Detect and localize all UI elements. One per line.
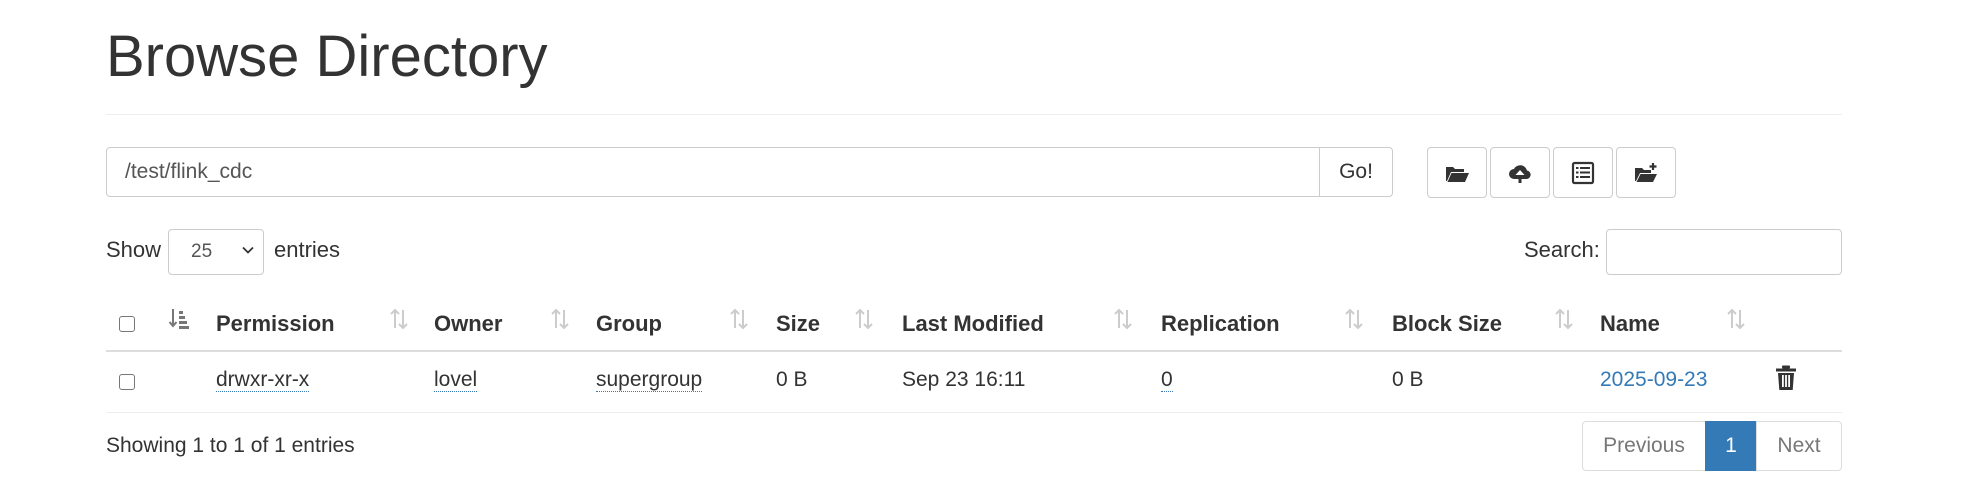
block-size-cell: 0 B [1392,368,1424,391]
sort-icon[interactable] [388,306,410,332]
sort-icon[interactable] [549,306,571,332]
owner-link[interactable]: lovel [434,368,478,392]
group-link[interactable]: supergroup [596,368,703,392]
title-divider [106,114,1842,115]
previous-page-button[interactable]: Previous [1582,421,1706,471]
table-row[interactable]: drwxr-xr-x lovel supergroup 0 B Sep 23 1… [106,352,1842,413]
current-page-button[interactable]: 1 [1705,421,1757,471]
page-title: Browse Directory [106,24,548,89]
sort-icon[interactable] [1343,306,1365,332]
name-link[interactable]: 2025-09-23 [1600,366,1707,394]
column-name[interactable]: Name [1600,310,1660,338]
sort-icon[interactable] [1553,306,1575,332]
column-permission[interactable]: Permission [216,310,335,338]
table-info: Showing 1 to 1 of 1 entries [106,434,355,457]
trash-icon[interactable] [1774,364,1798,392]
cut-paste-button[interactable] [1553,147,1613,198]
column-last-modified[interactable]: Last Modified [902,310,1044,338]
upload-button[interactable] [1490,147,1550,198]
sort-icon[interactable] [853,306,875,332]
last-modified-cell: Sep 23 16:11 [902,368,1026,391]
group-cell[interactable]: supergroup [596,366,703,394]
create-directory-icon [1635,162,1657,182]
size-cell: 0 B [776,368,808,391]
create-directory-button[interactable] [1616,147,1676,198]
list-alt-icon [1571,161,1595,184]
folder-open-icon [1446,166,1469,182]
row-checkbox[interactable] [119,374,135,390]
page-size-value: 25 [191,241,213,262]
permission-link[interactable]: drwxr-xr-x [216,368,310,392]
sort-icon[interactable] [1112,306,1134,332]
owner-cell[interactable]: lovel [434,366,478,394]
replication-cell[interactable]: 0 [1161,366,1173,394]
open-directory-button[interactable] [1427,147,1487,198]
select-all-checkbox[interactable] [119,316,135,332]
column-owner[interactable]: Owner [434,310,502,338]
column-group[interactable]: Group [596,310,662,338]
column-size[interactable]: Size [776,310,820,338]
column-block-size[interactable]: Block Size [1392,310,1502,338]
permission-cell[interactable]: drwxr-xr-x [216,366,310,394]
sort-icon[interactable] [1725,306,1747,332]
sort-icon[interactable] [728,306,750,332]
table-header-row: Permission Owner Group Size Last Modifie… [106,296,1842,352]
page-size-select[interactable]: 25 [168,229,264,275]
column-replication[interactable]: Replication [1161,310,1280,338]
search-label: Search: [1524,237,1600,262]
replication-link[interactable]: 0 [1161,368,1173,392]
sort-ascending-icon[interactable] [168,306,190,332]
next-page-button[interactable]: Next [1756,421,1842,471]
directory-path-input[interactable] [106,147,1320,197]
chevron-down-icon [242,246,254,254]
show-label: Show [106,237,162,262]
go-button[interactable]: Go! [1319,147,1393,197]
search-input[interactable] [1606,229,1842,275]
entries-label: entries [274,237,341,262]
cloud-upload-icon [1509,164,1531,183]
